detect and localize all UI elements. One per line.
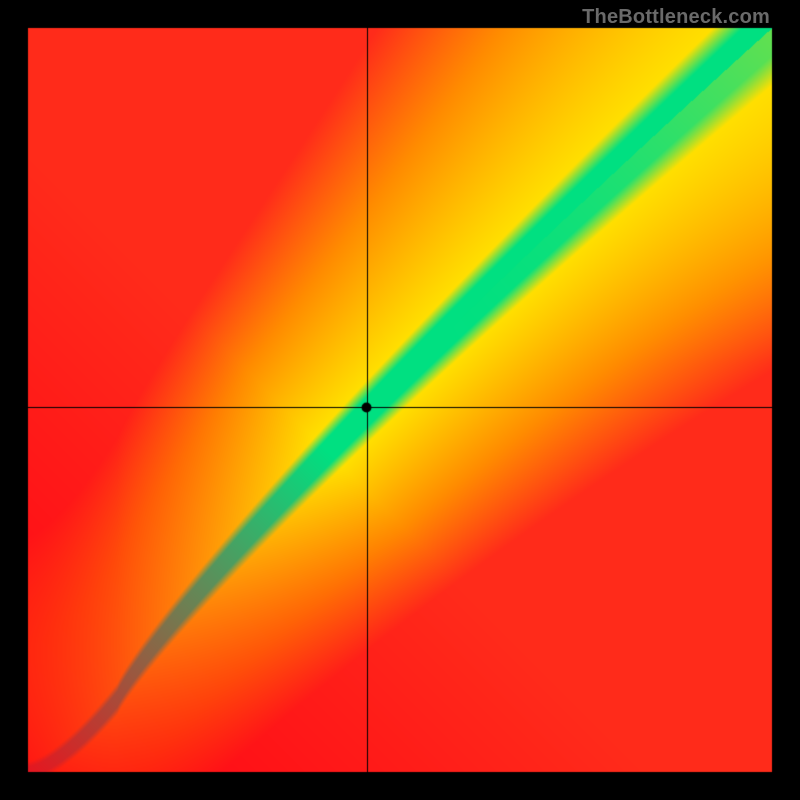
attribution-watermark: TheBottleneck.com: [582, 6, 770, 29]
bottleneck-heatmap-chart: TheBottleneck.com: [0, 0, 800, 800]
heatmap-canvas: [0, 0, 800, 800]
